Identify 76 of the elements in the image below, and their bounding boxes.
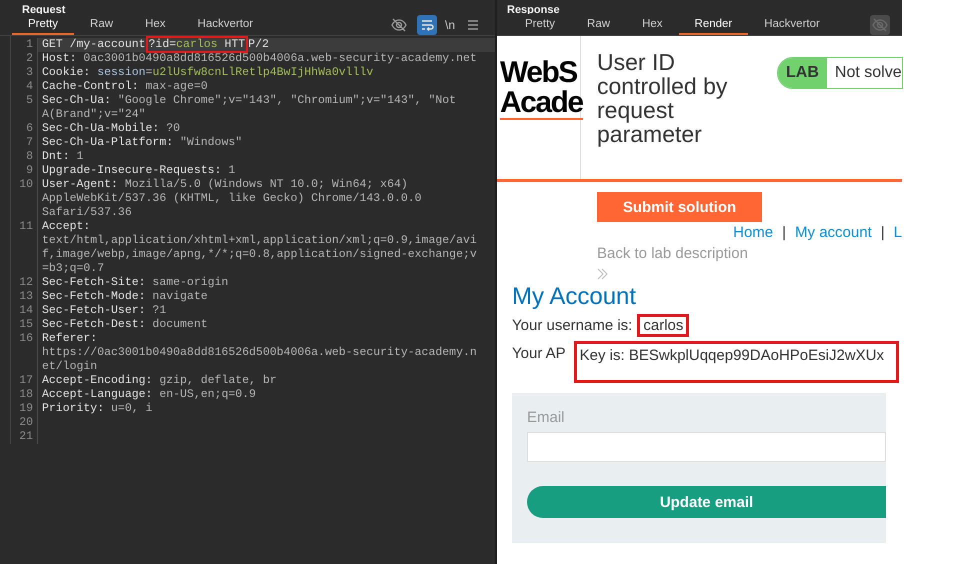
line-number: 2 [11, 52, 38, 66]
nav-link[interactable]: L [894, 224, 902, 241]
code-text: https://0ac3001b0490a8dd816526d500b4006a.web-security-academy.n [41, 346, 478, 360]
line-number: 19 [11, 402, 38, 416]
code-text: Accept: [41, 220, 92, 234]
code-text: =b3;q=0.7 [41, 262, 106, 276]
code-text: Sec-Ch-Ua: "Google Chrome";v="143", "Chromium";v="143", "Not [41, 94, 458, 108]
code-text: Sec-Fetch-User: ?1 [41, 304, 168, 318]
code-text: Referer: [41, 332, 98, 346]
line-number: 21 [11, 430, 38, 444]
code-text: Sec-Ch-Ua-Platform: "Windows" [41, 136, 244, 150]
view-tab[interactable]: Pretty [509, 14, 572, 35]
code-text: f,image/webp,image/apng,*/*;q=0.8,application/signed-exchange;v [41, 248, 478, 262]
page-heading: My Account [512, 284, 638, 310]
code-text: Accept-Language: en-US,en;q=0.9 [41, 388, 257, 402]
nav-link[interactable]: My account [795, 224, 872, 241]
code-text: Sec-Ch-Ua-Mobile: ?0 [41, 122, 182, 136]
view-tab[interactable]: Hex [129, 14, 182, 35]
line-number: 5 [11, 94, 38, 122]
newline-toggle[interactable]: \n [444, 18, 455, 32]
line-number: 4 [11, 80, 38, 94]
panel-title: Request [22, 4, 66, 17]
view-tab[interactable]: Hackvertor [182, 14, 270, 35]
view-tab[interactable]: Hackvertor [748, 14, 836, 35]
email-input[interactable] [527, 432, 886, 462]
code-text: GET /my-account ?id=carlos HTT P/2 [41, 38, 269, 52]
code-text: Cookie: session=u2lUsfw8cnLlRetlp4BwIjHhWa0vlllv [41, 66, 374, 80]
code-text: Sec-Fetch-Dest: document [41, 318, 209, 332]
nav-link[interactable]: Home [733, 224, 774, 241]
line-number: 8 [11, 150, 38, 164]
code-text: Sec-Fetch-Mode: navigate [41, 290, 209, 304]
line-number: 3 [11, 66, 38, 80]
lab-status-badge: LAB Not solve [777, 57, 903, 89]
code-text: User-Agent: Mozilla/5.0 (Windows NT 10.0; Win64; x64) [41, 178, 409, 192]
line-number: 15 [11, 318, 38, 332]
code-text: AppleWebKit/537.36 (KHTML, like Gecko) Chrome/143.0.0.0 [41, 192, 423, 206]
code-text: Accept-Encoding: gzip, deflate, br [41, 374, 278, 388]
line-number: 11 [11, 220, 38, 276]
email-label: Email [527, 409, 566, 426]
code-text: Host: 0ac3001b0490a8dd816526d500b4006a.web-security-academy.net [41, 52, 478, 66]
line-number: 14 [11, 304, 38, 318]
line-number: 13 [11, 290, 38, 304]
line-number: 10 [11, 178, 38, 220]
code-text: text/html,application/xhtml+xml,application/xml;q=0.9,image/avi [41, 234, 478, 248]
code-text: A(Brand";v="24" [41, 108, 147, 122]
nav-separator: | [880, 224, 885, 241]
api-key-text: Key is: BESwkplUqqep99DAoHPoEsiJ2wXUx [574, 341, 899, 383]
wrap-icon[interactable] [416, 14, 437, 34]
line-number: 17 [11, 374, 38, 388]
chevron-icon [597, 268, 609, 280]
code-text: Priority: u=0, i [41, 402, 154, 416]
view-tab[interactable]: Pretty [12, 14, 74, 35]
line-number: 9 [11, 164, 38, 178]
line-number: 6 [11, 122, 38, 136]
line-number: 20 [11, 416, 38, 430]
code-text: Dnt: 1 [41, 150, 84, 164]
code-text: et/login [41, 360, 98, 374]
annotation-box: ?id=carlos HTT [146, 36, 248, 53]
code-text: Safari/537.36 [41, 206, 133, 220]
eye-slash-icon[interactable] [870, 14, 890, 34]
view-tab[interactable]: Raw [74, 14, 130, 35]
view-tab[interactable]: Hex [626, 14, 679, 35]
api-key-label: Your AP [512, 344, 566, 362]
panel-title: Response [507, 4, 560, 17]
code-text: Sec-Fetch-Site: same-origin [41, 276, 230, 290]
code-text: Upgrade-Insecure-Requests: 1 [41, 164, 236, 178]
line-number: 12 [11, 276, 38, 290]
code-text: Cache-Control: max-age=0 [41, 80, 209, 94]
line-number: 18 [11, 388, 38, 402]
line-number: 16 [11, 332, 38, 374]
line-number: 7 [11, 136, 38, 150]
username-label: Your username is: [512, 317, 632, 334]
username-value: carlos [637, 314, 690, 337]
view-tab[interactable]: Raw [571, 14, 626, 35]
lab-title: User ID controlled by request parameter [597, 50, 728, 149]
nav-separator: | [782, 224, 786, 241]
